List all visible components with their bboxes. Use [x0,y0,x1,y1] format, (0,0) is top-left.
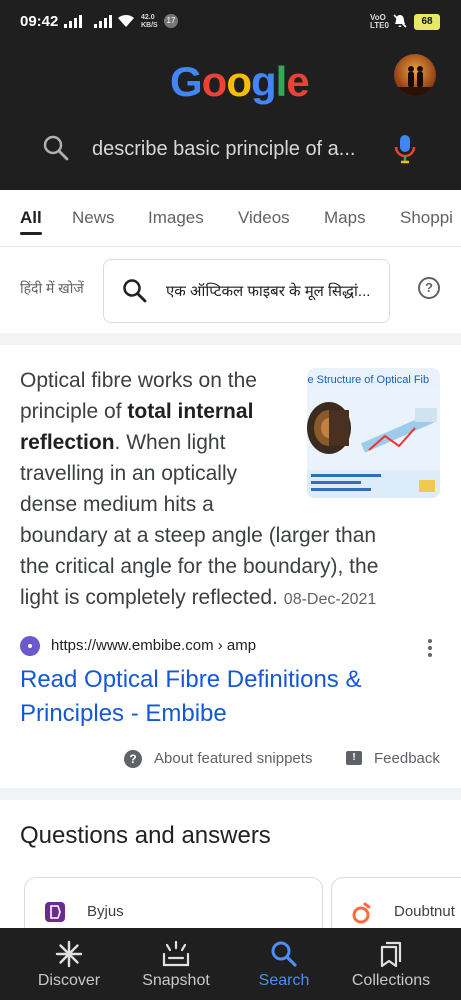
optical-fibre-diagram [307,388,440,498]
snippet-text-part: boundary at a steep angle (larger than [20,524,377,547]
thumbnail-title: le Structure of Optical Fib [307,374,430,386]
tab-all[interactable]: All [20,208,42,228]
snippet-date: 08-Dec-2021 [283,591,377,608]
snippet-text-part: dense medium hits a [20,493,214,516]
source-url[interactable]: https://www.embibe.com › amp [51,637,256,654]
tab-images[interactable]: Images [148,208,204,228]
nav-label: Collections [351,972,431,989]
mute-icon [393,14,407,28]
tab-maps[interactable]: Maps [324,208,366,228]
embibe-favicon [20,636,40,656]
battery-indicator: 68 [414,14,440,30]
nav-label: Snapshot [142,972,210,989]
snippet-bold-part: total internal [127,400,254,423]
snippet-line: travelling in an optically [20,458,237,489]
search-icon [271,941,297,967]
volte-label-bottom: LTE0 [370,21,389,30]
search-icon [43,135,69,161]
hindi-search-section: हिंदी में खोजें एक ऑप्टिकल फाइबर के मूल … [0,247,461,333]
byjus-icon [45,902,65,922]
nav-label: Search [258,972,310,989]
snippet-text-part: principle of [20,400,128,423]
qa-title: Questions and answers [20,822,271,849]
bottom-navigation: Discover Snapshot Search Collections [0,928,461,1000]
about-label: About featured snippets [154,750,313,767]
snippet-line: boundary at a steep angle (larger than [20,520,376,551]
volte-label-top: VoO [370,13,386,22]
tab-shopping[interactable]: Shoppi [400,208,453,228]
nav-collections[interactable]: Collections [341,928,441,1000]
snippet-text-part: light is completely reflected. [20,586,278,609]
avatar-icon [394,66,436,96]
result-link-title[interactable]: Read Optical Fibre Definitions & Princip… [20,663,420,731]
tab-news[interactable]: News [72,208,115,228]
snippet-line: principle of total internal [20,396,253,427]
snippet-text-part: . When light [114,431,226,454]
snippet-bold-part: reflection [20,431,115,454]
snippet-text-part: travelling in an optically [20,462,238,485]
snippet-line: reflection. When light [20,427,225,458]
search-bar[interactable]: describe basic principle of a... [22,116,440,182]
nav-search[interactable]: Search [234,928,334,1000]
logo-letter: e [286,58,309,105]
status-time: 09:42 [20,13,59,30]
qa-card-byjus[interactable]: Byjus [24,877,323,928]
search-query-text[interactable]: describe basic principle of a... [92,138,355,161]
wifi-icon [118,14,134,27]
qa-card-doubtnut[interactable]: Doubtnut [331,877,461,928]
tab-videos[interactable]: Videos [238,208,290,228]
snippet-line: light is completely reflected. 08-Dec-20… [20,582,376,615]
snippet-line: the critical angle for the boundary), th… [20,551,378,582]
more-options-icon[interactable] [428,639,432,660]
network-speed-value: 42.0 [141,14,155,21]
hindi-search-label: हिंदी में खोजें [20,280,84,296]
signal-icon [64,14,82,28]
help-icon: ? [124,750,142,768]
snippet-text-part: the critical angle for the boundary), th… [20,555,379,578]
microphone-icon[interactable] [394,134,416,164]
nav-discover[interactable]: Discover [19,928,119,1000]
snippet-thumbnail[interactable]: le Structure of Optical Fib [307,368,440,498]
qa-card-label: Byjus [87,903,124,920]
avatar[interactable] [394,54,436,96]
feedback-icon: ! [346,751,362,765]
collections-icon [380,941,402,968]
search-icon [123,279,147,303]
asterisk-icon [55,940,83,968]
snippet-line: Optical fibre works on the [20,365,257,396]
feedback-label: Feedback [374,750,440,767]
signal-icon-2 [94,14,112,28]
logo-letter: l [275,58,288,105]
logo-letter: g [250,58,277,105]
snippet-line: dense medium hits a [20,489,214,520]
notification-count-badge: 17 [164,14,178,28]
logo-letter: o [226,58,252,105]
google-logo: Google [170,58,310,106]
logo-letter: o [201,58,228,105]
search-tabs: All News Images Videos Maps Shoppi [0,190,461,247]
snapshot-icon [162,940,190,967]
snippet-footer: ? About featured snippets ! Feedback [0,749,461,773]
nav-label: Discover [37,972,101,989]
logo-letter: G [170,58,203,105]
hindi-search-query: एक ऑप्टिकल फाइबर के मूल सिद्धां... [166,283,371,300]
network-speed-unit: KB/S [141,22,158,29]
qa-card-label: Doubtnut [394,903,455,920]
status-bar: 09:42 42.0 KB/S 17 VoO LTE0 68 [0,0,461,44]
featured-snippet: Optical fibre works on the principle of … [0,345,461,788]
active-tab-indicator [20,232,42,235]
questions-answers-section: Questions and answers Byjus Doubtnut [0,800,461,928]
nav-snapshot[interactable]: Snapshot [126,928,226,1000]
snippet-text-part: Optical fibre works on the [20,369,257,392]
doubtnut-icon [352,902,372,924]
search-header: Google describe basic principle of a... [0,44,461,190]
help-icon[interactable]: ? [418,277,440,299]
hindi-search-chip[interactable]: एक ऑप्टिकल फाइबर के मूल सिद्धां... [103,259,390,323]
